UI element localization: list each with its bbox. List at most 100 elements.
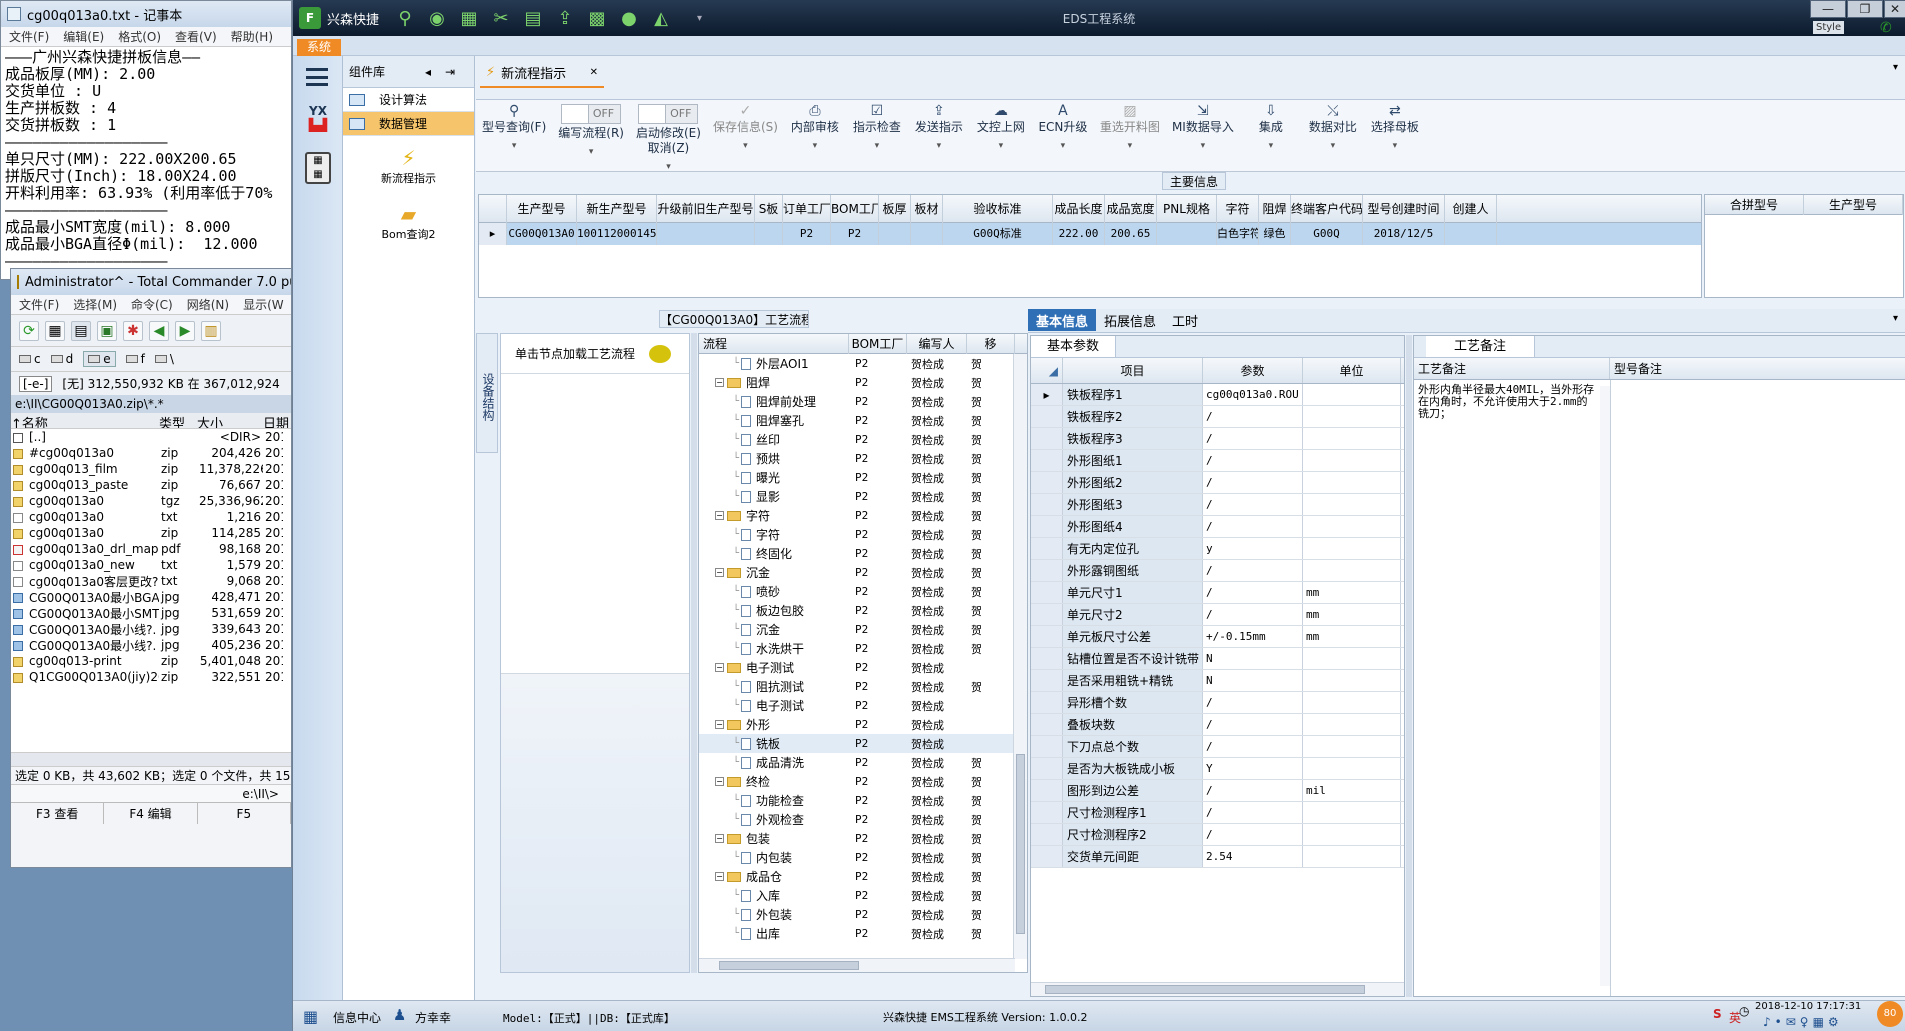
notification-badge[interactable]: 80 [1877, 1001, 1903, 1027]
main-info-cell[interactable] [1157, 223, 1217, 245]
tc-menu-item[interactable]: 选择(M) [73, 296, 117, 313]
main-info-col-header[interactable]: 型号创建时间 [1363, 194, 1445, 223]
main-info-col-header[interactable]: PNL规格 [1157, 194, 1217, 223]
craft-note-text[interactable]: 外形内角半径最大40MIL，当外形存在内角时，不允许使用大于2.mm的铣刀； [1418, 384, 1598, 420]
toggle-switch[interactable]: OFF [638, 104, 699, 124]
main-info-col-header[interactable]: 板厚 [879, 194, 911, 223]
tc-file-row[interactable]: CG00Q013A0最小线?. jpg 405,236 201 [11, 637, 291, 653]
process-tree-row[interactable]: − 终检 P2 贺检成 贺 [699, 772, 1027, 791]
tc-column-header[interactable]: 日期 [263, 413, 289, 428]
pack-icon[interactable]: ▥ [201, 320, 221, 341]
param-row[interactable]: 单元尺寸2/mm [1031, 604, 1404, 626]
main-info-col-header[interactable]: BOM工厂 [831, 194, 879, 223]
main-info-cell[interactable]: 白色字符 [1217, 223, 1259, 245]
expand-toggle-icon[interactable]: − [715, 720, 724, 729]
param-value[interactable]: N [1203, 670, 1303, 691]
nav-group-0[interactable]: 设计算法 [343, 88, 474, 112]
merge-col-header[interactable]: 生产型号 [1804, 194, 1903, 215]
detail-view-icon[interactable]: ▤ [71, 320, 91, 341]
main-info-cell[interactable] [755, 223, 783, 245]
tc-menu-item[interactable]: 显示(W [243, 296, 284, 313]
process-tree-row[interactable]: − 包装 P2 贺检成 贺 [699, 829, 1027, 848]
process-tree-row[interactable]: └ 丝印 P2 贺检成 贺 [699, 430, 1027, 449]
main-info-cell[interactable]: G00Q [1291, 223, 1363, 245]
param-value[interactable]: Y [1203, 758, 1303, 779]
main-info-col-header[interactable]: 成品长度 [1053, 194, 1105, 223]
process-tree-vscroll[interactable] [1013, 354, 1027, 959]
tc-file-row[interactable]: Q1CG00Q013A0(jiy)20..zip 322,551 201 [11, 669, 291, 685]
tc-hscroll[interactable] [11, 752, 291, 766]
tc-menu-item[interactable]: 网络(N) [187, 296, 229, 313]
scissors-icon[interactable]: ✂ [488, 5, 514, 31]
minimize-button[interactable]: — [1810, 0, 1846, 18]
process-tree-row[interactable]: − 字符 P2 贺检成 贺 [699, 506, 1027, 525]
tc-file-row[interactable]: CG00Q013A0最小BGAjpg 428,471 201 [11, 589, 291, 605]
process-col-header[interactable]: 编写人 [907, 334, 967, 354]
main-info-col-header[interactable]: 验收标准 [943, 194, 1053, 223]
system-tab[interactable]: 系统 [297, 39, 342, 56]
param-row[interactable]: 异形槽个数 / [1031, 692, 1404, 714]
process-tree-row[interactable]: └ 成品清洗 P2 贺检成 贺 [699, 753, 1027, 772]
drive-button[interactable]: f [125, 352, 145, 366]
param-value[interactable]: +/-0.15mm [1203, 626, 1303, 647]
expand-toggle-icon[interactable]: − [715, 568, 724, 577]
param-col-header[interactable]: 参数 [1203, 358, 1303, 383]
process-tree-row[interactable]: └ 预烘 P2 贺检成 贺 [699, 449, 1027, 468]
ribbon-dropdown-arrow[interactable]: ▾ [1061, 139, 1066, 154]
process-tree-row[interactable]: └ 字符 P2 贺检成 贺 [699, 525, 1027, 544]
process-tree-row[interactable]: └ 出库 P2 贺检成 贺 [699, 924, 1027, 943]
process-tree-row[interactable]: └ 曝光 P2 贺检成 贺 [699, 468, 1027, 487]
tc-file-row[interactable]: cg00q013-print zip 5,401,048 201 [11, 653, 291, 669]
notepad-menu-item[interactable]: 帮助(H) [231, 28, 273, 45]
chart-icon[interactable]: ◭ [648, 5, 674, 31]
process-tree-scroll-thumb[interactable] [1016, 754, 1025, 934]
notepad-menu-item[interactable]: 查看(V) [175, 28, 217, 45]
tc-column-header[interactable]: 类型 [159, 413, 197, 428]
craft-note-vscroll[interactable] [1600, 386, 1610, 986]
ribbon-dropdown-arrow[interactable]: ▾ [875, 139, 880, 154]
process-tree-row[interactable]: └ 铣板 P2 贺检成 [699, 734, 1027, 753]
info-tab-1[interactable]: 拓展信息 [1096, 309, 1164, 331]
main-info-col-header[interactable]: 创建人 [1445, 194, 1497, 223]
param-row[interactable]: 尺寸检测程序1/ [1031, 802, 1404, 824]
share-icon[interactable]: ⇪ [552, 5, 578, 31]
tc-file-row[interactable]: [..] <DIR> 201 [11, 429, 291, 445]
param-row[interactable]: 有无内定位孔 y [1031, 538, 1404, 560]
param-row[interactable]: 单元板尺寸公差 +/-0.15mm mm [1031, 626, 1404, 648]
nav-item-1[interactable]: ▰ Bom查询2 [343, 196, 474, 248]
tc-fkey-button[interactable]: F3 查看 [11, 803, 105, 824]
param-row[interactable]: 外形图纸2/ [1031, 472, 1404, 494]
param-row[interactable]: 单元尺寸1/mm [1031, 582, 1404, 604]
drive-select[interactable]: [-e-] [19, 375, 53, 392]
main-info-col-header[interactable]: 订单工厂 [783, 194, 831, 223]
craft-note-tab[interactable]: 工艺备注 [1414, 336, 1905, 358]
param-value[interactable]: / [1203, 780, 1303, 801]
ribbon-dropdown-arrow[interactable]: ▾ [937, 139, 942, 154]
tc-file-row[interactable]: cg00q013_paste zip 76,667 201 [11, 477, 291, 493]
drive-button[interactable]: d [50, 352, 73, 366]
main-info-col-header[interactable]: 阻焊 [1259, 194, 1291, 223]
process-splitter[interactable] [691, 333, 697, 973]
ribbon-button-12[interactable]: ⤯ 数据对比 ▾ [1308, 104, 1358, 154]
nav-item-0[interactable]: ⚡ 新流程指示 [343, 140, 474, 192]
main-info-cell[interactable] [879, 223, 911, 245]
ribbon-button-0[interactable]: ⚲ 型号查询(F) ▾ [482, 104, 546, 154]
toggle-switch[interactable]: OFF [561, 104, 622, 124]
notepad-menu-item[interactable]: 格式(O) [118, 28, 161, 45]
tc-file-row[interactable]: cg00q013a0 tgz 25,336,962201 [11, 493, 291, 509]
tc-titlebar[interactable]: Administrator^ - Total Commander 7.0 pub [11, 269, 291, 295]
process-tree-hscroll[interactable] [699, 958, 1015, 972]
main-info-cell[interactable]: CG00Q013A0 [507, 223, 577, 245]
ribbon-dropdown-arrow[interactable]: ▾ [589, 145, 594, 160]
param-row[interactable]: 铁板程序2/ [1031, 406, 1404, 428]
tc-file-row[interactable]: cg00q013a0_new txt 1,579 201 [11, 557, 291, 573]
search-icon[interactable]: ⚲ [392, 5, 418, 31]
ribbon-dropdown-arrow[interactable]: ▾ [1331, 139, 1336, 154]
ribbon-button-11[interactable]: ⇩ 集成 ▾ [1246, 104, 1296, 154]
ribbon-dropdown-arrow[interactable]: ▾ [999, 139, 1004, 154]
document-tab[interactable]: ⚡ 新流程指示 ✕ [480, 58, 604, 88]
tc-menu-item[interactable]: 文件(F) [19, 296, 59, 313]
param-value[interactable]: cg00q013a0.ROU [1203, 384, 1303, 405]
main-info-col-header[interactable]: 板材 [911, 194, 943, 223]
drive-button[interactable]: \ [154, 352, 174, 366]
